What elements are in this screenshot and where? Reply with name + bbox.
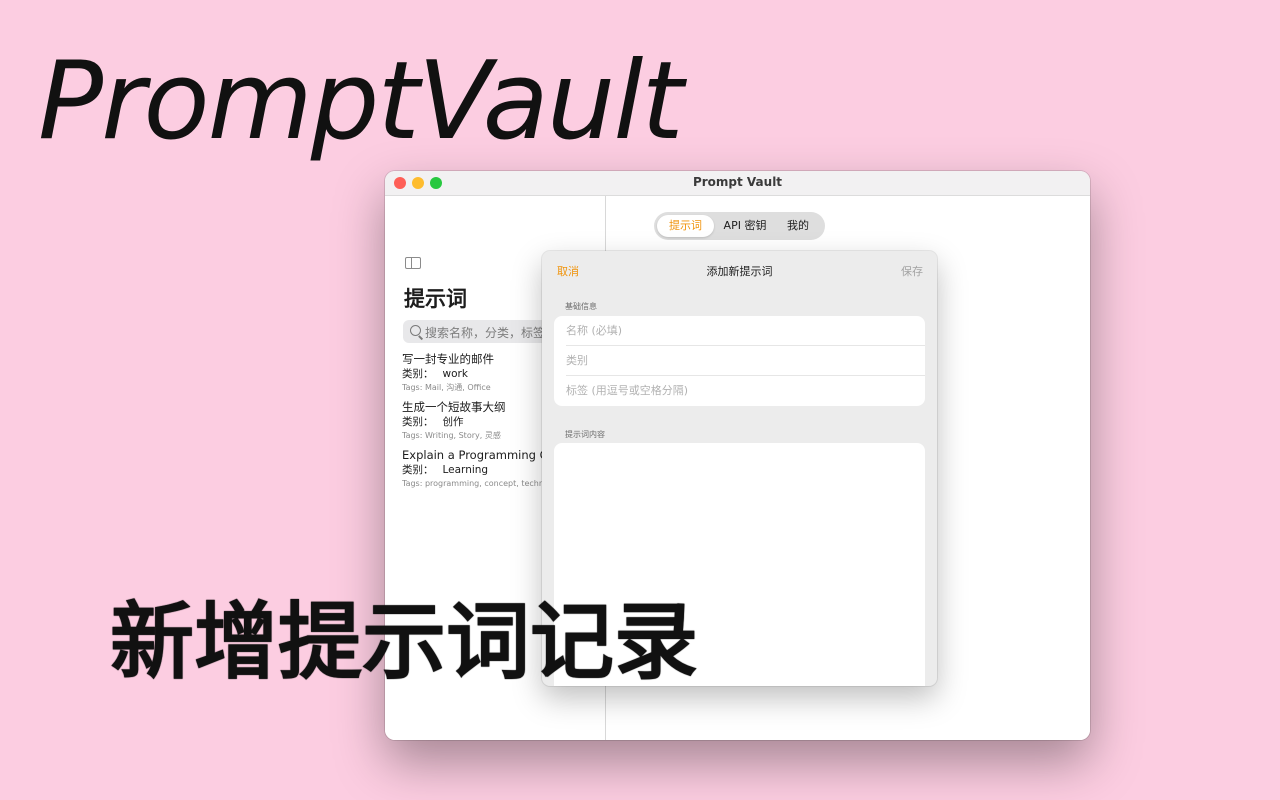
- category-value: work: [442, 368, 468, 380]
- category-field[interactable]: 类别: [566, 346, 925, 376]
- basic-info-card: 名称 (必填) 类别 标签 (用逗号或空格分隔): [554, 316, 925, 406]
- window-titlebar[interactable]: Prompt Vault: [385, 171, 1090, 196]
- tab-prompts[interactable]: 提示词: [657, 215, 714, 237]
- search-placeholder: 搜索名称，分类，标签...: [425, 326, 557, 340]
- search-icon: [410, 325, 421, 336]
- section-label-content: 提示词内容: [565, 430, 605, 439]
- category-value: 创作: [442, 416, 464, 428]
- category-label: 类别：: [402, 368, 434, 380]
- hero-title: PromptVault: [38, 39, 684, 164]
- category-label: 类别：: [402, 464, 434, 476]
- category-value: Learning: [442, 464, 489, 476]
- save-button[interactable]: 保存: [901, 263, 923, 279]
- name-field[interactable]: 名称 (必填): [566, 316, 925, 346]
- promo-caption: 新增提示词记录: [110, 593, 699, 691]
- sidebar-heading: 提示词: [404, 287, 467, 311]
- section-label-basic: 基础信息: [565, 302, 597, 311]
- tab-mine[interactable]: 我的: [775, 215, 821, 237]
- promo-stage: PromptVault Prompt Vault 提示词 搜索名称，分类，标签.…: [0, 0, 1280, 800]
- tags-field[interactable]: 标签 (用逗号或空格分隔): [566, 376, 925, 406]
- category-label: 类别：: [402, 416, 434, 428]
- window-title: Prompt Vault: [692, 175, 783, 189]
- tab-switcher: 提示词 API 密钥 我的: [654, 212, 825, 240]
- tab-api-keys[interactable]: API 密钥: [717, 215, 773, 237]
- sidebar-toggle-icon[interactable]: [405, 257, 421, 269]
- sheet-title: 添加新提示词: [706, 265, 773, 278]
